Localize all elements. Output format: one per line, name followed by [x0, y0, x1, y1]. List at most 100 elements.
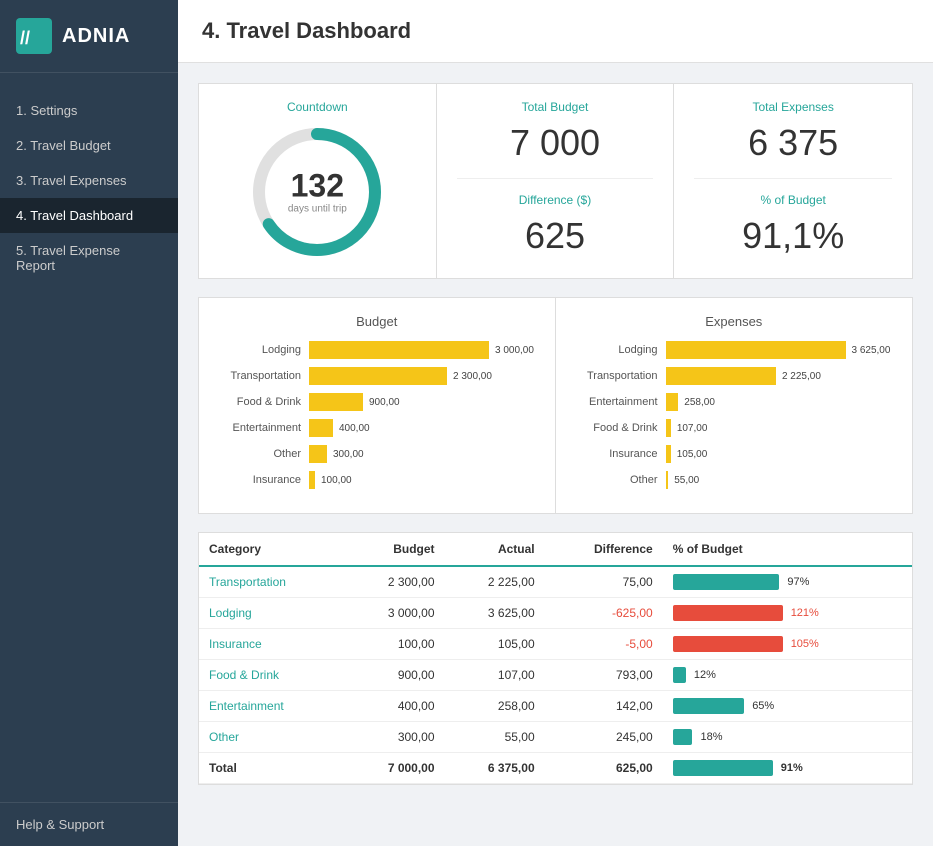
cell-budget: 300,00	[344, 722, 444, 753]
cell-diff: -625,00	[545, 598, 663, 629]
pct-bar-wrap: 12%	[673, 667, 902, 683]
pct-bar	[673, 636, 783, 652]
budget-chart-panel: Budget Lodging 3 000,00 Transportation 2…	[199, 298, 556, 513]
bar-fill	[666, 471, 669, 489]
countdown-sub: days until trip	[288, 204, 347, 215]
cell-pct: 91%	[663, 753, 912, 784]
bar-value: 3 000,00	[495, 345, 534, 356]
pct-bar	[673, 698, 745, 714]
bar-fill	[309, 393, 363, 411]
sidebar-nav-item[interactable]: 3. Travel Expenses	[0, 163, 178, 198]
cell-category: Food & Drink	[199, 660, 344, 691]
bar-row: Insurance 100,00	[219, 471, 535, 489]
table-row: Food & Drink 900,00 107,00 793,00 12%	[199, 660, 912, 691]
cell-budget: 900,00	[344, 660, 444, 691]
diff-label: Difference ($)	[457, 193, 654, 207]
bar-value: 258,00	[684, 397, 715, 408]
pct-label: 121%	[791, 607, 819, 619]
help-support-link[interactable]: Help & Support	[0, 802, 178, 846]
total-expenses-value: 6 375	[694, 122, 892, 164]
bar-fill	[309, 445, 327, 463]
cell-budget: 3 000,00	[344, 598, 444, 629]
cell-category: Insurance	[199, 629, 344, 660]
bar-track: 400,00	[309, 419, 535, 437]
total-budget-value: 7 000	[457, 122, 654, 164]
cell-diff: 793,00	[545, 660, 663, 691]
main-content: 4. Travel Dashboard Countdown 132 days u…	[178, 0, 933, 846]
table-row: Entertainment 400,00 258,00 142,00 65%	[199, 691, 912, 722]
pct-bar-wrap: 97%	[673, 574, 902, 590]
budget-bars: Lodging 3 000,00 Transportation 2 300,00…	[219, 341, 535, 489]
bar-label: Transportation	[219, 370, 309, 382]
pct-bar-wrap: 91%	[673, 760, 902, 776]
bar-value: 100,00	[321, 475, 352, 486]
bar-fill	[309, 419, 333, 437]
bar-row: Lodging 3 000,00	[219, 341, 535, 359]
bar-label: Lodging	[576, 344, 666, 356]
bar-fill	[666, 341, 846, 359]
countdown-card: Countdown 132 days until trip	[199, 84, 437, 278]
cell-category: Entertainment	[199, 691, 344, 722]
bar-track: 107,00	[666, 419, 893, 437]
bar-fill	[309, 367, 447, 385]
total-expenses-label: Total Expenses	[694, 100, 892, 114]
cell-pct: 121%	[663, 598, 912, 629]
bar-row: Transportation 2 300,00	[219, 367, 535, 385]
countdown-donut: 132 days until trip	[247, 122, 387, 262]
bar-track: 3 625,00	[666, 341, 893, 359]
bar-track: 900,00	[309, 393, 535, 411]
logo-area: // ADNIA	[0, 0, 178, 73]
table-row: Other 300,00 55,00 245,00 18%	[199, 722, 912, 753]
bar-value: 55,00	[674, 475, 699, 486]
charts-row: Budget Lodging 3 000,00 Transportation 2…	[198, 297, 913, 514]
sidebar-nav-item[interactable]: 5. Travel Expense Report	[0, 233, 178, 283]
cell-actual: 6 375,00	[445, 753, 545, 784]
pct-bar	[673, 729, 693, 745]
bar-value: 300,00	[333, 449, 364, 460]
cell-budget: 100,00	[344, 629, 444, 660]
adnia-logo-icon: //	[16, 18, 52, 54]
cell-budget: 400,00	[344, 691, 444, 722]
sidebar-nav-item[interactable]: 4. Travel Dashboard	[0, 198, 178, 233]
cell-diff: 625,00	[545, 753, 663, 784]
bar-fill	[309, 341, 489, 359]
bar-label: Other	[576, 474, 666, 486]
sidebar-nav-item[interactable]: 1. Settings	[0, 93, 178, 128]
cell-actual: 105,00	[445, 629, 545, 660]
col-pct-budget: % of Budget	[663, 533, 912, 566]
bar-label: Food & Drink	[576, 422, 666, 434]
bar-value: 2 225,00	[782, 371, 821, 382]
donut-center: 132 days until trip	[288, 170, 347, 215]
pct-bar-wrap: 18%	[673, 729, 902, 745]
bar-row: Entertainment 258,00	[576, 393, 893, 411]
bar-label: Insurance	[576, 448, 666, 460]
bar-row: Food & Drink 107,00	[576, 419, 893, 437]
cell-actual: 3 625,00	[445, 598, 545, 629]
bar-row: Other 55,00	[576, 471, 893, 489]
summary-table: Category Budget Actual Difference % of B…	[199, 533, 912, 784]
nav-items: 1. Settings2. Travel Budget3. Travel Exp…	[0, 73, 178, 802]
bar-track: 2 225,00	[666, 367, 893, 385]
cell-diff: 75,00	[545, 566, 663, 598]
bar-track: 100,00	[309, 471, 535, 489]
bar-row: Entertainment 400,00	[219, 419, 535, 437]
bar-row: Lodging 3 625,00	[576, 341, 893, 359]
col-difference: Difference	[545, 533, 663, 566]
bar-fill	[666, 419, 671, 437]
svg-text://: //	[20, 28, 30, 48]
bar-track: 300,00	[309, 445, 535, 463]
col-budget: Budget	[344, 533, 444, 566]
logo-text: ADNIA	[62, 25, 130, 48]
table-header-row: Category Budget Actual Difference % of B…	[199, 533, 912, 566]
pct-label: 12%	[694, 669, 716, 681]
bar-fill	[309, 471, 315, 489]
table-row: Total 7 000,00 6 375,00 625,00 91%	[199, 753, 912, 784]
bar-fill	[666, 367, 776, 385]
cell-actual: 55,00	[445, 722, 545, 753]
table-row: Insurance 100,00 105,00 -5,00 105%	[199, 629, 912, 660]
expenses-chart-panel: Expenses Lodging 3 625,00 Transportation…	[556, 298, 913, 513]
sidebar-nav-item[interactable]: 2. Travel Budget	[0, 128, 178, 163]
cell-pct: 105%	[663, 629, 912, 660]
cell-category: Total	[199, 753, 344, 784]
pct-bar-wrap: 105%	[673, 636, 902, 652]
